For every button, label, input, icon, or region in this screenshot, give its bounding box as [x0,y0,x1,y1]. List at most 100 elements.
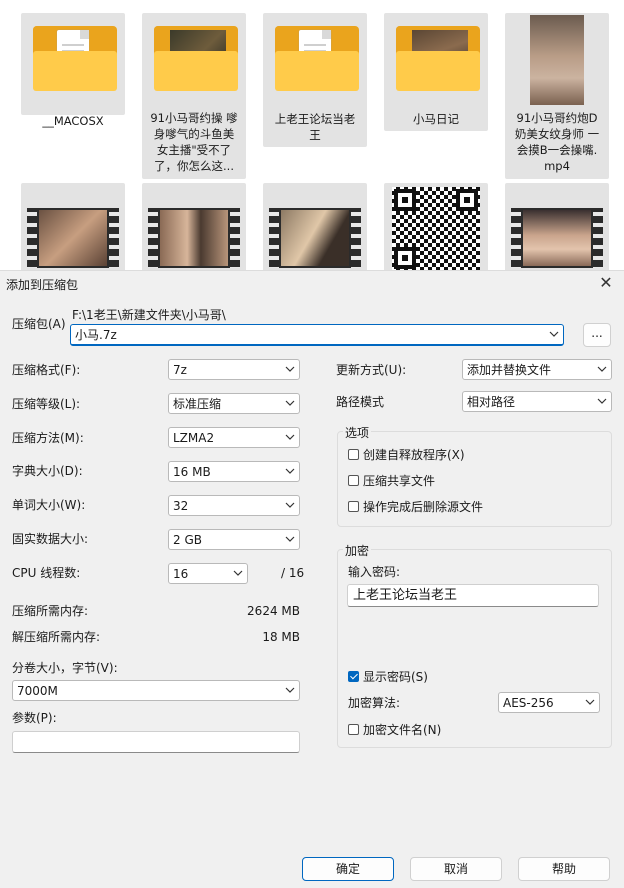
add-to-archive-dialog: 添加到压缩包 ✕ 压缩包(A) F:\1老王\新建文件夹\小马哥\ 小马.7z … [0,270,624,888]
options-group-title: 选项 [343,424,372,441]
chevron-down-icon [233,568,243,578]
video-file-icon [511,208,603,268]
threads-label: CPU 线程数: [12,566,81,580]
parameters-label: 参数(P): [12,711,57,725]
file-item-video[interactable] [505,183,609,270]
archive-directory: F:\1老王\新建文件夹\小马哥\ [72,308,226,322]
decompress-memory-label: 解压缩所需内存: [12,630,101,644]
checkbox-box[interactable] [348,475,359,486]
chevron-down-icon [285,534,295,544]
shared-files-checkbox-label: 压缩共享文件 [363,474,436,488]
password-label: 输入密码: [348,565,401,579]
show-password-label: 显示密码(S) [363,670,428,684]
chevron-down-icon [285,466,295,476]
video-file-icon [148,208,240,268]
dictionary-select[interactable]: 16 MB [168,461,300,482]
encrypt-filenames-checkbox[interactable]: 加密文件名(N) [348,722,548,738]
solid-block-select[interactable]: 2 GB [168,529,300,550]
update-mode-value: 添加并替换文件 [467,363,552,377]
format-value: 7z [173,363,187,377]
dictionary-value: 16 MB [173,465,211,479]
file-item-video[interactable] [142,183,246,270]
method-label: 压缩方法(M): [12,431,84,445]
chevron-down-icon [597,396,607,406]
volume-size-select[interactable]: 7000M [12,680,300,701]
checkbox-box[interactable] [348,449,359,460]
solid-block-label: 固实数据大小: [12,532,89,546]
archive-label: 压缩包(A) [12,317,66,331]
solid-block-value: 2 GB [173,533,202,547]
video-file-icon [27,208,119,268]
path-mode-value: 相对路径 [467,395,516,409]
file-item-folder[interactable]: 小马日记 [384,13,488,131]
file-item-video[interactable]: 91小马哥约炮D 奶美女纹身师 一 会摸B一会操嘴. mp4 [505,13,609,179]
checkbox-box[interactable] [348,501,359,512]
method-select[interactable]: LZMA2 [168,427,300,448]
decompress-memory-value: 18 MB [262,630,300,644]
delete-after-checkbox[interactable]: 操作完成后删除源文件 [348,499,588,515]
archive-path-value: 小马.7z [75,328,117,342]
chevron-down-icon [285,398,295,408]
cancel-button[interactable]: 取消 [410,857,502,881]
file-explorer: __MACOSX 91小马哥约操 嗲 身嗲气的斗鱼美 女主播"受不了 了，你怎么… [0,0,624,270]
path-mode-label: 路径模式 [336,395,385,409]
dictionary-label: 字典大小(D): [12,464,83,478]
word-size-select[interactable]: 32 [168,495,300,516]
encryption-method-value: AES-256 [503,696,554,710]
shared-files-checkbox[interactable]: 压缩共享文件 [348,473,588,489]
word-size-value: 32 [173,499,189,513]
close-icon[interactable]: ✕ [596,272,616,294]
update-mode-select[interactable]: 添加并替换文件 [462,359,612,380]
level-select[interactable]: 标准压缩 [168,393,300,414]
chevron-down-icon[interactable] [549,329,559,339]
help-button[interactable]: 帮助 [518,857,610,881]
file-item-video[interactable] [263,183,367,270]
file-item-label: 小马日记 [413,112,459,126]
video-file-icon [269,208,361,268]
ok-button[interactable]: 确定 [302,857,394,881]
compress-memory-label: 压缩所需内存: [12,604,89,618]
delete-after-checkbox-label: 操作完成后删除源文件 [363,500,484,514]
method-value: LZMA2 [173,431,215,445]
checkbox-box-checked[interactable] [348,671,359,682]
file-item-label: __MACOSX [42,114,104,128]
threads-value: 16 [173,567,189,581]
file-item-folder[interactable]: __MACOSX [21,13,125,128]
chevron-down-icon [285,364,295,374]
file-item-label: 上老王论坛当老 王 [274,112,356,142]
file-item-folder[interactable]: 91小马哥约操 嗲 身嗲气的斗鱼美 女主播"受不了 了，你怎么这... [142,13,246,179]
password-value: 上老王论坛当老王 [353,588,458,603]
checkbox-box[interactable] [348,724,359,735]
encrypt-filenames-label: 加密文件名(N) [363,723,442,737]
volume-size-label: 分卷大小，字节(V): [12,661,118,675]
dialog-titlebar: 添加到压缩包 ✕ [0,271,624,297]
file-item-image[interactable] [384,183,488,270]
threads-select[interactable]: 16 [168,563,248,584]
file-item-video[interactable] [21,183,125,270]
file-item-label: 91小马哥约炮D 奶美女纹身师 一 会摸B一会操嘴. mp4 [514,111,600,173]
word-size-label: 单词大小(W): [12,498,86,512]
encryption-method-select[interactable]: AES-256 [498,692,600,713]
update-mode-label: 更新方式(U): [336,363,407,377]
level-label: 压缩等级(L): [12,397,81,411]
dialog-title: 添加到压缩包 [6,278,79,292]
format-select[interactable]: 7z [168,359,300,380]
chevron-down-icon [285,500,295,510]
path-mode-select[interactable]: 相对路径 [462,391,612,412]
compress-memory-value: 2624 MB [247,604,300,618]
sfx-checkbox-label: 创建自释放程序(X) [363,448,465,462]
sfx-checkbox[interactable]: 创建自释放程序(X) [348,447,588,463]
chevron-down-icon [285,685,295,695]
browse-button[interactable]: ... [583,323,611,347]
file-item-folder[interactable]: 上老王论坛当老 王 [263,13,367,147]
level-value: 标准压缩 [173,397,222,411]
file-item-label: 91小马哥约操 嗲 身嗲气的斗鱼美 女主播"受不了 了，你怎么这... [150,111,238,173]
volume-size-value: 7000M [17,684,58,698]
qr-code-image [392,187,480,270]
archive-path-combobox[interactable]: 小马.7z [70,324,564,346]
chevron-down-icon [585,697,595,707]
parameters-input[interactable] [12,731,300,753]
show-password-checkbox[interactable]: 显示密码(S) [348,669,548,685]
password-input[interactable]: 上老王论坛当老王 [347,584,599,607]
chevron-down-icon [285,432,295,442]
